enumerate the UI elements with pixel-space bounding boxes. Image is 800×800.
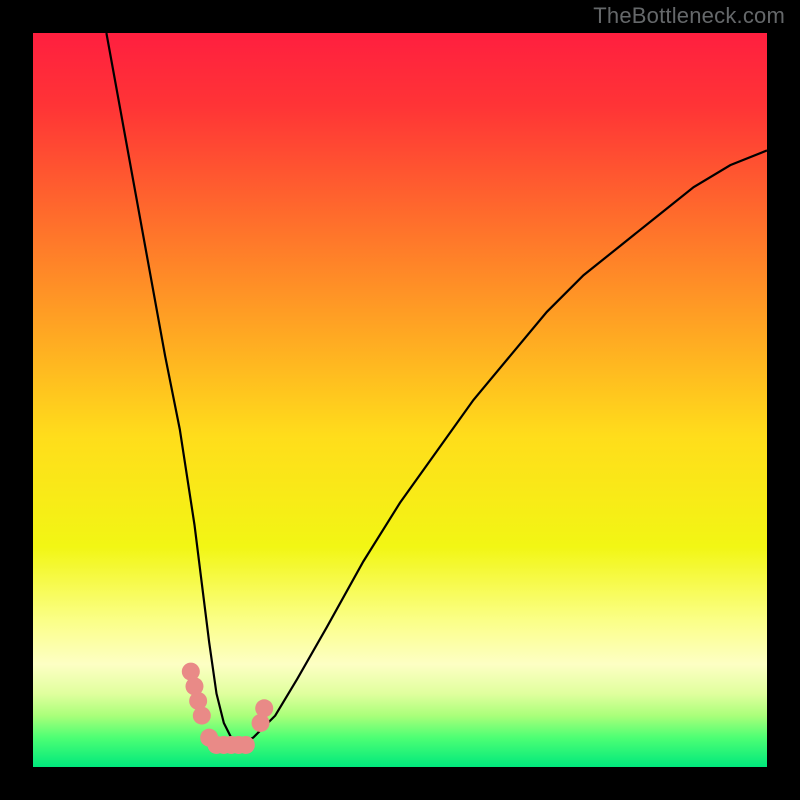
curve-layer <box>33 33 767 767</box>
plot-area <box>33 33 767 767</box>
bottleneck-curve <box>106 33 767 745</box>
chart-frame: TheBottleneck.com <box>0 0 800 800</box>
bottleneck-markers <box>182 663 273 754</box>
watermark-text: TheBottleneck.com <box>593 3 785 29</box>
marker-point <box>193 707 211 725</box>
marker-point <box>255 699 273 717</box>
marker-point <box>237 736 255 754</box>
